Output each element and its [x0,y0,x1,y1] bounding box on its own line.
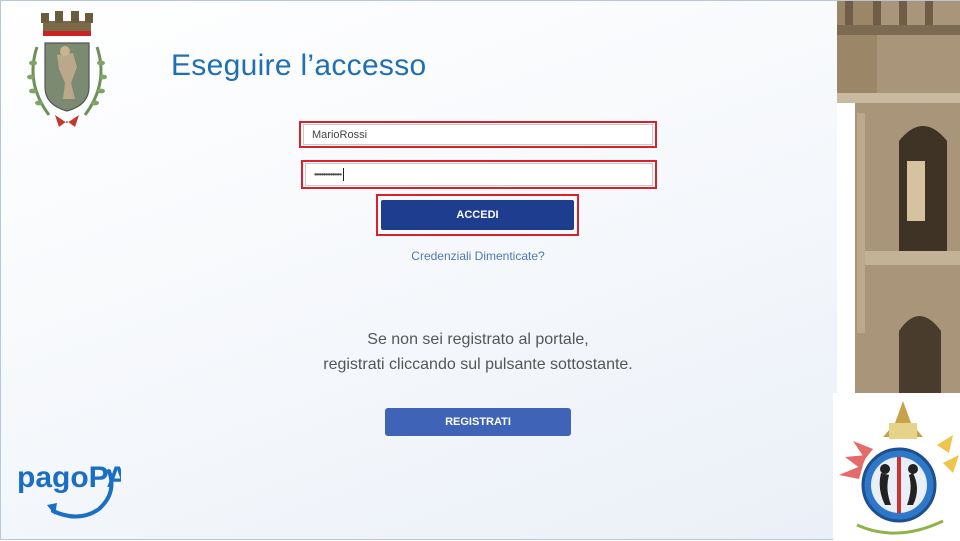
password-value: ••••••••••••••• [314,170,342,179]
municipal-crest-icon [27,11,107,127]
username-field[interactable]: MarioRossi [303,124,653,145]
forgot-credentials-link[interactable]: Credenziali Dimenticate? [301,249,655,263]
accedi-button[interactable]: ACCEDI [381,200,574,230]
registration-info-line1: Se non sei registrato al portale, [367,331,589,348]
pagopa-logo-text: pagoPA [17,461,121,494]
registration-info: Se non sei registrato al portale, regist… [291,327,665,377]
password-field[interactable]: ••••••••••••••• [305,163,653,186]
registration-info-line2: registrati cliccando sul pulsante sottos… [323,356,633,373]
pagopa-logo: pagoPA [17,461,121,519]
registrati-button[interactable]: REGISTRATI [385,408,571,436]
event-badge-icon [833,393,960,541]
page-title: Eseguire l’accesso [171,49,427,82]
text-cursor-icon [343,168,345,181]
slide-background: Eseguire l’accesso MarioRossi ••••••••••… [0,0,960,541]
